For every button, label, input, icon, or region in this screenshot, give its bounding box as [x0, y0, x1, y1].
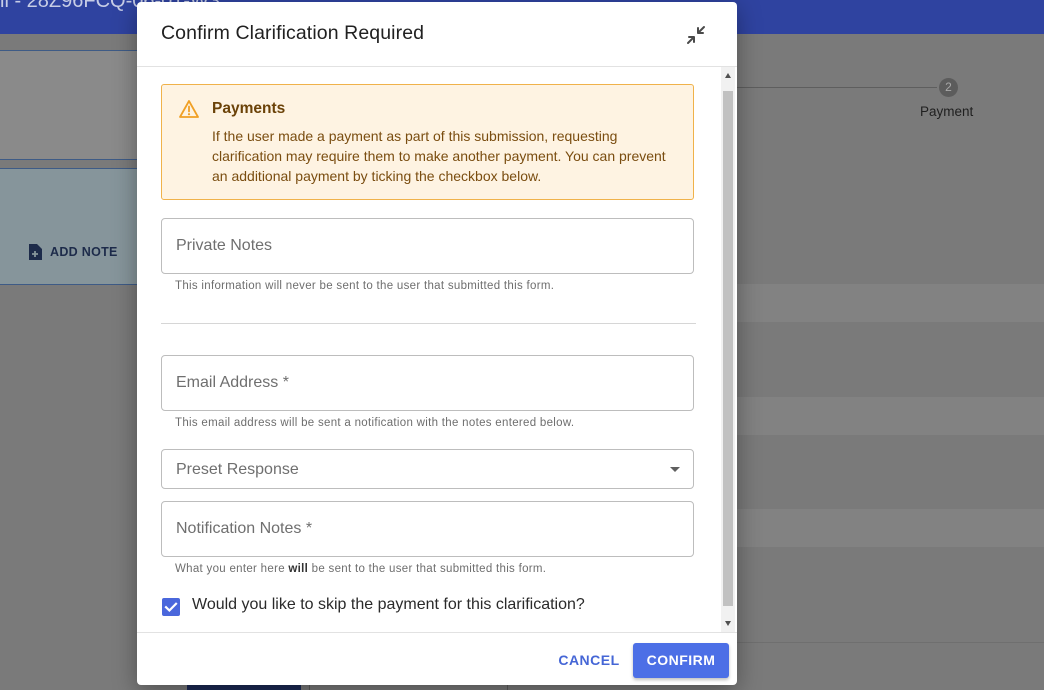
- skip-payment-label[interactable]: Would you like to skip the payment for t…: [192, 596, 585, 614]
- alert-text: If the user made a payment as part of th…: [212, 128, 666, 184]
- chevron-down-icon: [670, 467, 680, 472]
- email-address-field[interactable]: Email Address *: [161, 355, 694, 411]
- notification-notes-hint: What you enter here will be sent to the …: [175, 563, 546, 575]
- background-panel: [0, 50, 137, 160]
- dialog-footer: CANCEL CONFIRM: [137, 632, 737, 685]
- confirm-clarification-dialog: Confirm Clarification Required Payments …: [137, 2, 737, 685]
- email-address-label: Email Address *: [176, 374, 289, 391]
- collapse-icon: [687, 26, 705, 44]
- background-row: [737, 509, 1044, 547]
- dialog-title: Confirm Clarification Required: [161, 22, 425, 44]
- stepper-connector: [737, 87, 937, 88]
- checkmark-icon: [164, 602, 178, 613]
- private-notes-label: Private Notes: [176, 237, 273, 254]
- hint-text: be sent to the user that submitted this …: [308, 563, 547, 575]
- background-divider: [737, 642, 1044, 643]
- section-divider: [161, 323, 696, 324]
- stepper-step-number: 2: [939, 78, 958, 97]
- add-note-button[interactable]: ADD NOTE: [28, 244, 118, 260]
- add-note-label: ADD NOTE: [50, 245, 118, 259]
- background-row: [737, 284, 1044, 322]
- scrollbar-thumb[interactable]: [723, 91, 733, 606]
- dialog-scrollbar[interactable]: [721, 67, 735, 632]
- preset-response-select[interactable]: Preset Response: [161, 449, 694, 489]
- background-row: [737, 397, 1044, 435]
- collapse-button[interactable]: [683, 22, 709, 48]
- email-address-hint: This email address will be sent a notifi…: [175, 417, 575, 429]
- private-notes-field[interactable]: Private Notes: [161, 218, 694, 274]
- note-add-icon: [29, 244, 42, 260]
- notification-notes-label: Notification Notes *: [176, 520, 313, 537]
- dialog-header: Confirm Clarification Required: [137, 2, 737, 67]
- notification-notes-field[interactable]: Notification Notes *: [161, 501, 694, 557]
- hint-text: What you enter here: [175, 563, 289, 575]
- scroll-down-arrow-icon[interactable]: [725, 621, 731, 626]
- cancel-button[interactable]: CANCEL: [551, 643, 627, 677]
- dialog-body: Payments If the user made a payment as p…: [137, 67, 737, 632]
- private-notes-hint: This information will never be sent to t…: [175, 280, 555, 292]
- alert-title: Payments: [212, 100, 286, 117]
- skip-payment-checkbox[interactable]: [162, 598, 180, 616]
- payments-warning-alert: Payments If the user made a payment as p…: [161, 84, 694, 200]
- hint-emphasis: will: [288, 563, 309, 575]
- background-panel-notes: [0, 168, 137, 285]
- scroll-up-arrow-icon[interactable]: [725, 73, 731, 78]
- confirm-button[interactable]: CONFIRM: [633, 643, 729, 678]
- preset-response-label: Preset Response: [176, 461, 299, 478]
- warning-icon: [179, 100, 199, 118]
- stepper-step-label: Payment: [920, 104, 974, 119]
